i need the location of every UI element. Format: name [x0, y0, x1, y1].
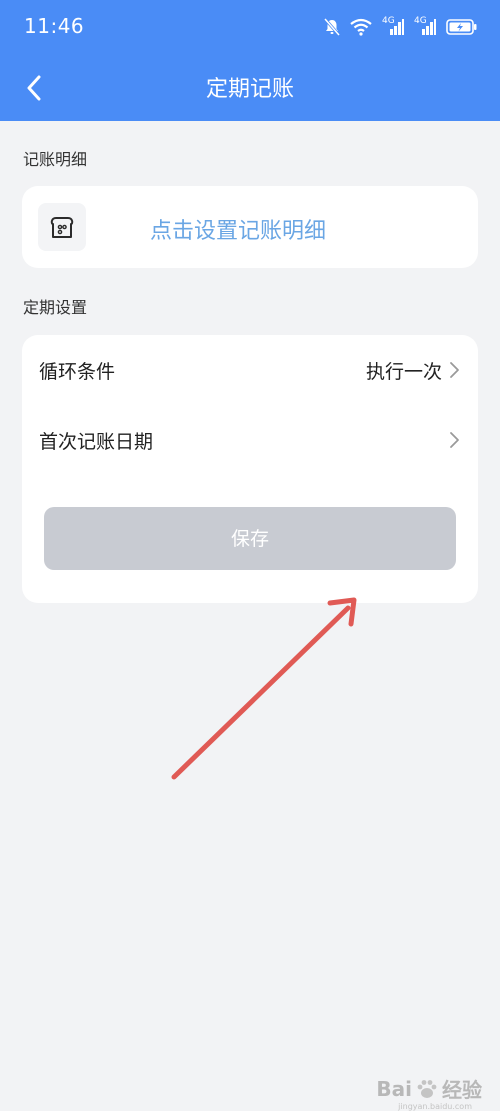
cycle-condition-row[interactable]: 循环条件 执行一次 — [22, 337, 478, 403]
cycle-condition-value: 执行一次 — [365, 361, 442, 383]
signal-2-icon: 4G — [414, 16, 436, 36]
battery-charging-icon — [446, 18, 478, 36]
set-detail-link[interactable]: 点击设置记账明细 — [150, 213, 326, 245]
cycle-condition-label: 循环条件 — [39, 361, 116, 383]
network-type-2: 4G — [414, 16, 427, 26]
header: 11:46 4G 4G 定期记账 — [0, 0, 500, 121]
status-bar: 11:46 4G 4G — [0, 0, 500, 54]
watermark-brand-suffix: 经验 — [442, 1078, 482, 1102]
paw-icon — [417, 1079, 437, 1098]
chevron-right-icon — [450, 432, 459, 448]
network-type-1: 4G — [382, 16, 395, 26]
status-time: 11:46 — [24, 14, 85, 38]
signal-1-icon: 4G — [382, 16, 404, 36]
watermark-url: jingyan.baidu.com — [398, 1102, 472, 1111]
bread-icon — [38, 203, 86, 251]
first-date-label: 首次记账日期 — [39, 431, 154, 453]
wifi-icon — [350, 18, 372, 36]
nav-bar: 定期记账 — [0, 54, 500, 121]
save-button[interactable]: 保存 — [44, 507, 456, 570]
status-icons: 4G 4G — [324, 16, 478, 38]
page-title: 定期记账 — [205, 77, 294, 102]
section-label-settings: 定期设置 — [23, 298, 88, 317]
settings-card: 循环条件 执行一次 首次记账日期 保存 — [22, 335, 478, 603]
mute-bell-icon — [324, 18, 340, 36]
first-date-row[interactable]: 首次记账日期 — [22, 407, 478, 473]
section-label-detail: 记账明细 — [23, 150, 88, 169]
baidu-watermark: Bai 经验 — [376, 1074, 482, 1103]
watermark-brand: Bai — [376, 1076, 412, 1101]
scheduled-bookkeeping-screen: 11:46 4G 4G 定期记账 记账明细 点击设置记账明细 定期设置 循环条件… — [0, 0, 500, 1111]
detail-card[interactable]: 点击设置记账明细 — [22, 186, 478, 268]
chevron-right-icon — [450, 362, 459, 378]
